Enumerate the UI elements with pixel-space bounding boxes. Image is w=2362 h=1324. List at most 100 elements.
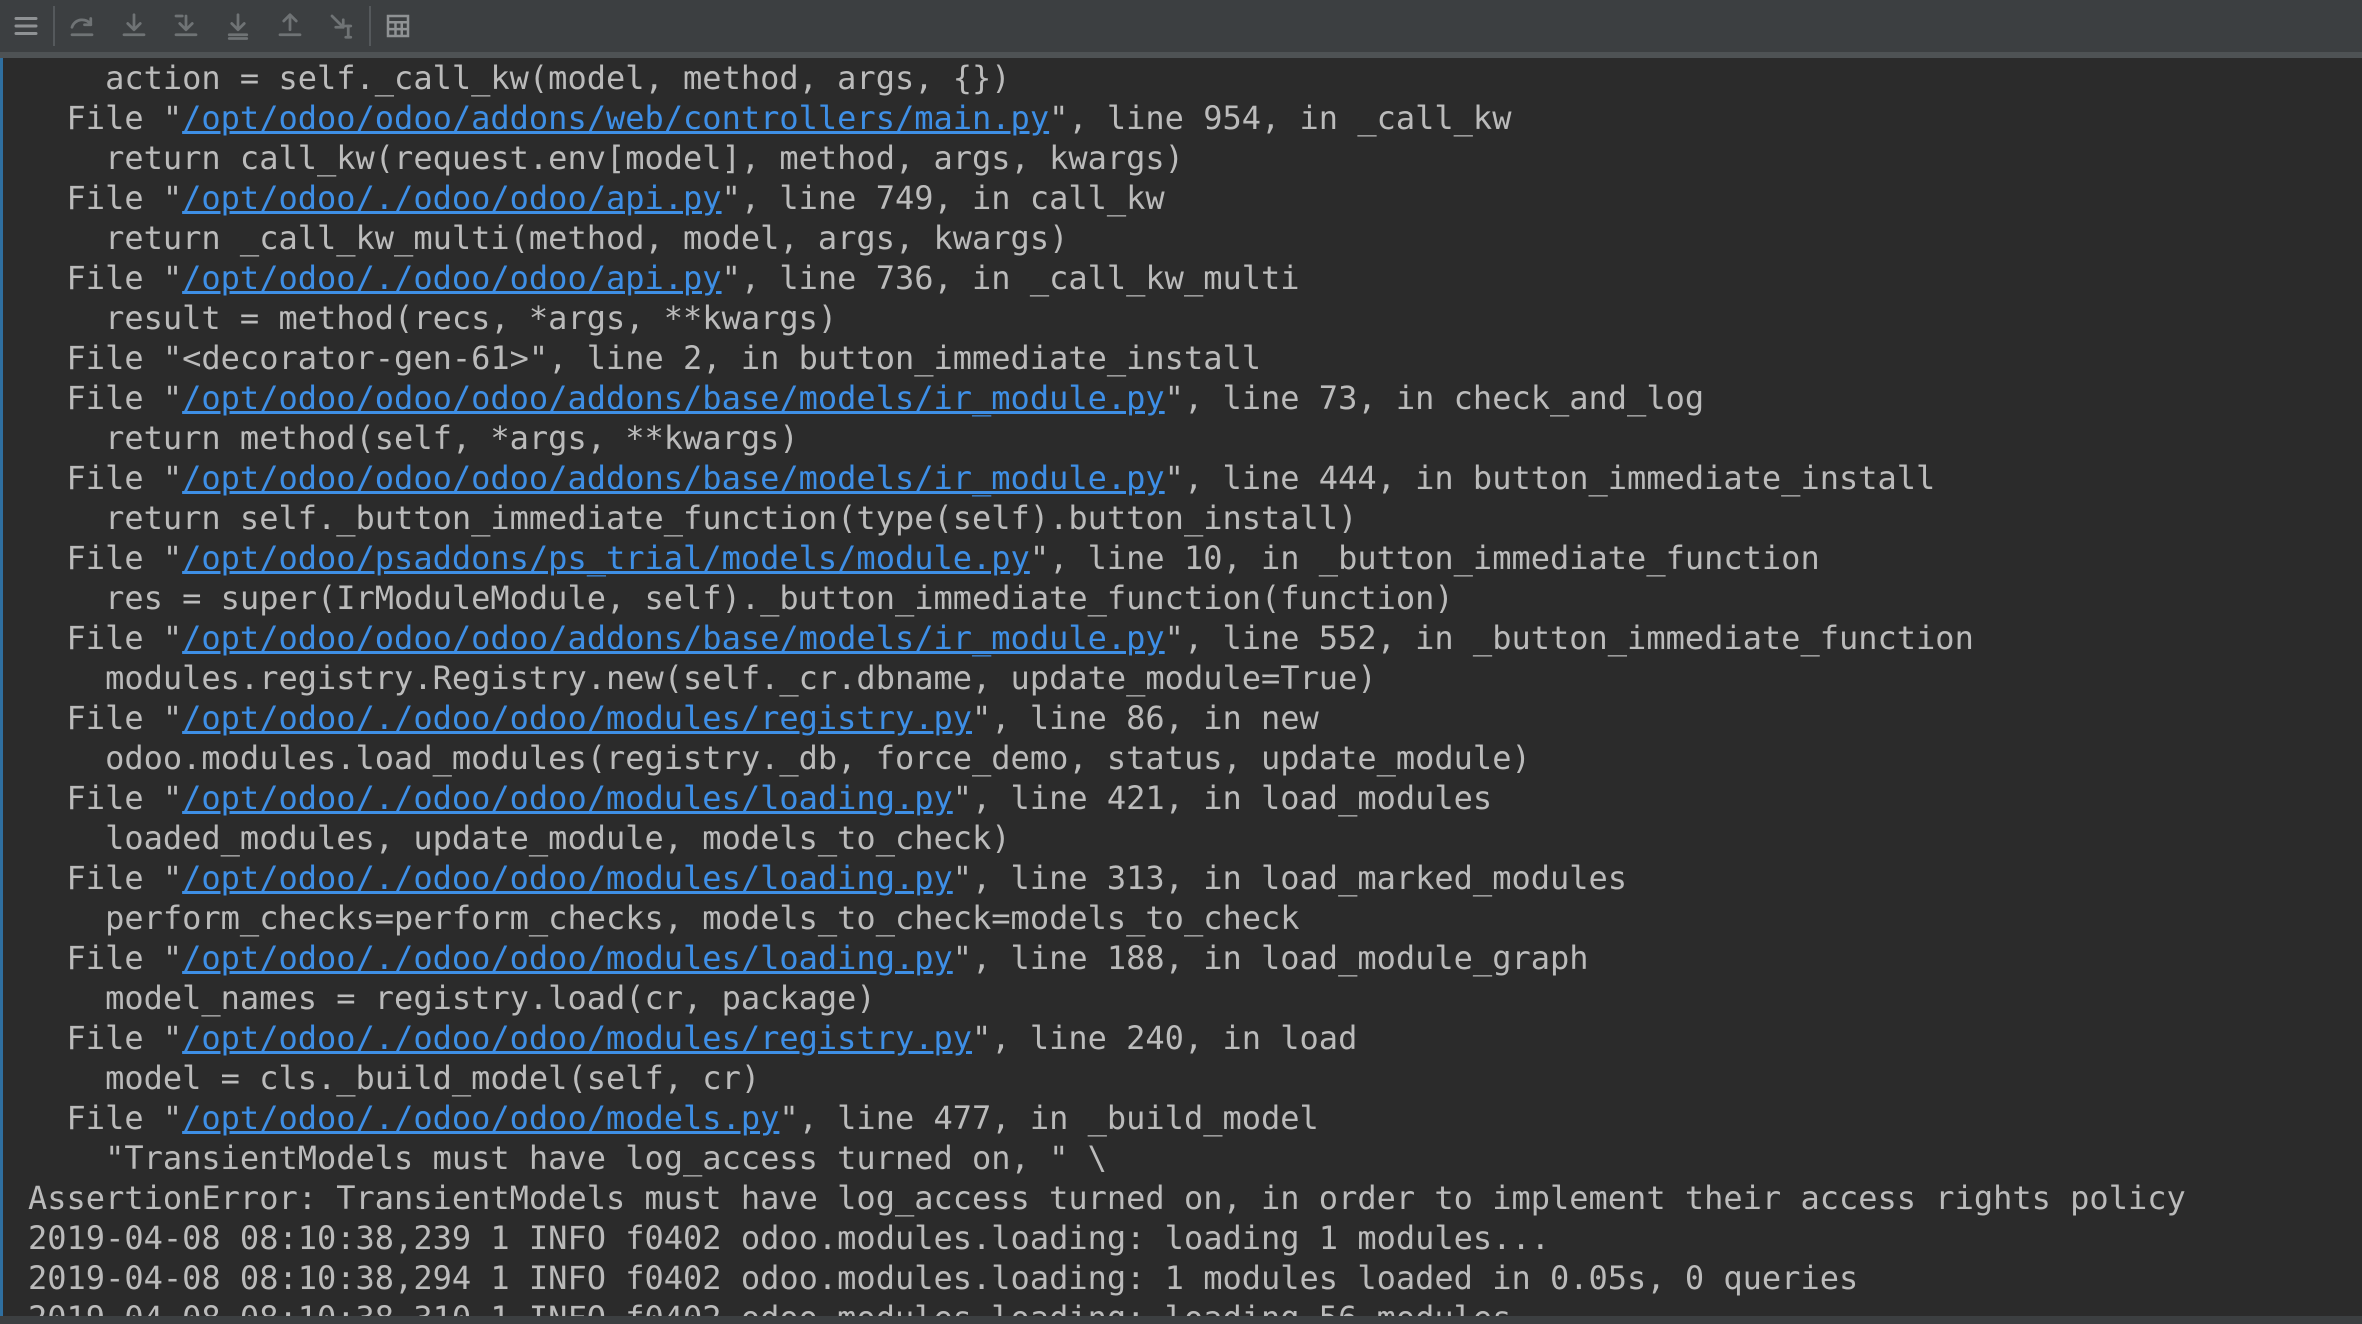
- console-output[interactable]: action = self._call_kw(model, method, ar…: [0, 58, 2362, 1324]
- step-out-icon[interactable]: [264, 0, 316, 52]
- console-text: model_names = registry.load(cr, package): [28, 979, 876, 1017]
- console-line: return method(self, *args, **kwargs): [28, 418, 2186, 458]
- console-text: File ": [28, 99, 183, 137]
- console-line: return self._button_immediate_function(t…: [28, 498, 2186, 538]
- console-text: model = cls._build_model(self, cr): [28, 1059, 761, 1097]
- file-path-link[interactable]: /opt/odoo/odoo/odoo/addons/base/models/i…: [182, 459, 1165, 497]
- console-gutter: [0, 58, 3, 1324]
- console-text: action = self._call_kw(model, method, ar…: [28, 59, 1011, 97]
- console-text: ", line 86, in new: [972, 699, 1319, 737]
- console-text: File ": [28, 179, 183, 217]
- file-path-link[interactable]: /opt/odoo/psaddons/ps_trial/models/modul…: [182, 539, 1030, 577]
- console-text: ", line 240, in load: [972, 1019, 1358, 1057]
- console-text: "TransientModels must have log_access tu…: [28, 1139, 1107, 1177]
- console-line: odoo.modules.load_modules(registry._db, …: [28, 738, 2186, 778]
- console-text: File ": [28, 539, 183, 577]
- toolbar-separator: [53, 6, 55, 46]
- evaluate-table-icon[interactable]: [372, 0, 424, 52]
- menu-icon[interactable]: [0, 0, 52, 52]
- console-line: return _call_kw_multi(method, model, arg…: [28, 218, 2186, 258]
- toolbar-separator: [369, 6, 371, 46]
- console-text: 2019-04-08 08:10:38,239 1 INFO f0402 odo…: [28, 1219, 1550, 1257]
- console-line: loaded_modules, update_module, models_to…: [28, 818, 2186, 858]
- console-text: odoo.modules.load_modules(registry._db, …: [28, 739, 1531, 777]
- file-path-link[interactable]: /opt/odoo/odoo/odoo/addons/base/models/i…: [182, 619, 1165, 657]
- file-path-link[interactable]: /opt/odoo/odoo/odoo/addons/base/models/i…: [182, 379, 1165, 417]
- console-line: File "/opt/odoo/odoo/odoo/addons/base/mo…: [28, 378, 2186, 418]
- console-text: AssertionError: TransientModels must hav…: [28, 1179, 2186, 1217]
- console-text: ", line 313, in load_marked_modules: [952, 859, 1628, 897]
- console-line: File "/opt/odoo/./odoo/odoo/models.py", …: [28, 1098, 2186, 1138]
- console-text: File ": [28, 619, 183, 657]
- console-line: File "/opt/odoo/odoo/addons/web/controll…: [28, 98, 2186, 138]
- console-line: result = method(recs, *args, **kwargs): [28, 298, 2186, 338]
- console-text: ", line 954, in _call_kw: [1049, 99, 1512, 137]
- file-path-link[interactable]: /opt/odoo/./odoo/odoo/modules/loading.py: [182, 859, 953, 897]
- console-line: File "/opt/odoo/psaddons/ps_trial/models…: [28, 538, 2186, 578]
- console-text: 2019-04-08 08:10:38,294 1 INFO f0402 odo…: [28, 1259, 1859, 1297]
- file-path-link[interactable]: /opt/odoo/odoo/addons/web/controllers/ma…: [182, 99, 1049, 137]
- console-line: File "/opt/odoo/./odoo/odoo/modules/regi…: [28, 1018, 2186, 1058]
- file-path-link[interactable]: /opt/odoo/./odoo/odoo/modules/loading.py: [182, 779, 953, 817]
- run-to-cursor-icon[interactable]: [316, 0, 368, 52]
- console-line: File "/opt/odoo/./odoo/odoo/modules/regi…: [28, 698, 2186, 738]
- console-text: ", line 444, in button_immediate_install: [1164, 459, 1936, 497]
- console-line: modules.registry.Registry.new(self._cr.d…: [28, 658, 2186, 698]
- console-line: model_names = registry.load(cr, package): [28, 978, 2186, 1018]
- console-line: File "/opt/odoo/./odoo/odoo/modules/load…: [28, 778, 2186, 818]
- console-line: "TransientModels must have log_access tu…: [28, 1138, 2186, 1178]
- console-text: perform_checks=perform_checks, models_to…: [28, 899, 1300, 937]
- console-line: 2019-04-08 08:10:38,294 1 INFO f0402 odo…: [28, 1258, 2186, 1298]
- console-line: action = self._call_kw(model, method, ar…: [28, 58, 2186, 98]
- console-text: ", line 73, in check_and_log: [1164, 379, 1705, 417]
- force-step-into-icon[interactable]: [212, 0, 264, 52]
- console-text: ", line 477, in _build_model: [779, 1099, 1319, 1137]
- console-text: return self._button_immediate_function(t…: [28, 499, 1358, 537]
- console-line: File "/opt/odoo/./odoo/odoo/modules/load…: [28, 938, 2186, 978]
- console-text: File ": [28, 699, 183, 737]
- console-text: res = super(IrModuleModule, self)._butto…: [28, 579, 1454, 617]
- console-line: model = cls._build_model(self, cr): [28, 1058, 2186, 1098]
- console-text: ", line 188, in load_module_graph: [952, 939, 1589, 977]
- console-text: File ": [28, 939, 183, 977]
- console-text: File ": [28, 779, 183, 817]
- console-text: File ": [28, 259, 183, 297]
- console-text: ", line 749, in call_kw: [721, 179, 1165, 217]
- horizontal-scrollbar[interactable]: [0, 1316, 2362, 1324]
- step-over-icon[interactable]: [56, 0, 108, 52]
- console-line: File "/opt/odoo/odoo/odoo/addons/base/mo…: [28, 618, 2186, 658]
- console-text: result = method(recs, *args, **kwargs): [28, 299, 838, 337]
- file-path-link[interactable]: /opt/odoo/./odoo/odoo/modules/loading.py: [182, 939, 953, 977]
- console-text: return method(self, *args, **kwargs): [28, 419, 799, 457]
- console-text: File ": [28, 459, 183, 497]
- console-text: return _call_kw_multi(method, model, arg…: [28, 219, 1069, 257]
- console-line: File "/opt/odoo/odoo/odoo/addons/base/mo…: [28, 458, 2186, 498]
- file-path-link[interactable]: /opt/odoo/./odoo/odoo/modules/registry.p…: [182, 1019, 972, 1057]
- console-line: 2019-04-08 08:10:38,239 1 INFO f0402 odo…: [28, 1218, 2186, 1258]
- console-text: loaded_modules, update_module, models_to…: [28, 819, 1011, 857]
- console-text: modules.registry.Registry.new(self._cr.d…: [28, 659, 1377, 697]
- console-text: ", line 10, in _button_immediate_functio…: [1029, 539, 1820, 577]
- file-path-link[interactable]: /opt/odoo/./odoo/odoo/api.py: [182, 259, 721, 297]
- console-text: File ": [28, 379, 183, 417]
- console-text: File ": [28, 1019, 183, 1057]
- console-line: File "<decorator-gen-61>", line 2, in bu…: [28, 338, 2186, 378]
- file-path-link[interactable]: /opt/odoo/./odoo/odoo/modules/registry.p…: [182, 699, 972, 737]
- console-line: AssertionError: TransientModels must hav…: [28, 1178, 2186, 1218]
- console-text: ", line 552, in _button_immediate_functi…: [1164, 619, 1974, 657]
- file-path-link[interactable]: /opt/odoo/./odoo/odoo/api.py: [182, 179, 721, 217]
- console-text: ", line 421, in load_modules: [952, 779, 1493, 817]
- console-line: File "/opt/odoo/./odoo/odoo/api.py", lin…: [28, 178, 2186, 218]
- console-text: File ": [28, 1099, 183, 1137]
- file-path-link[interactable]: /opt/odoo/./odoo/odoo/models.py: [182, 1099, 779, 1137]
- console-line: File "/opt/odoo/./odoo/odoo/api.py", lin…: [28, 258, 2186, 298]
- console-line: perform_checks=perform_checks, models_to…: [28, 898, 2186, 938]
- console-text: File "<decorator-gen-61>", line 2, in bu…: [28, 339, 1261, 377]
- console-text: ", line 736, in _call_kw_multi: [721, 259, 1300, 297]
- step-into-my-code-icon[interactable]: [160, 0, 212, 52]
- console-text: return call_kw(request.env[model], metho…: [28, 139, 1184, 177]
- console-lines: action = self._call_kw(model, method, ar…: [28, 58, 2186, 1324]
- console-line: File "/opt/odoo/./odoo/odoo/modules/load…: [28, 858, 2186, 898]
- debug-toolbar: [0, 0, 2362, 58]
- step-into-icon[interactable]: [108, 0, 160, 52]
